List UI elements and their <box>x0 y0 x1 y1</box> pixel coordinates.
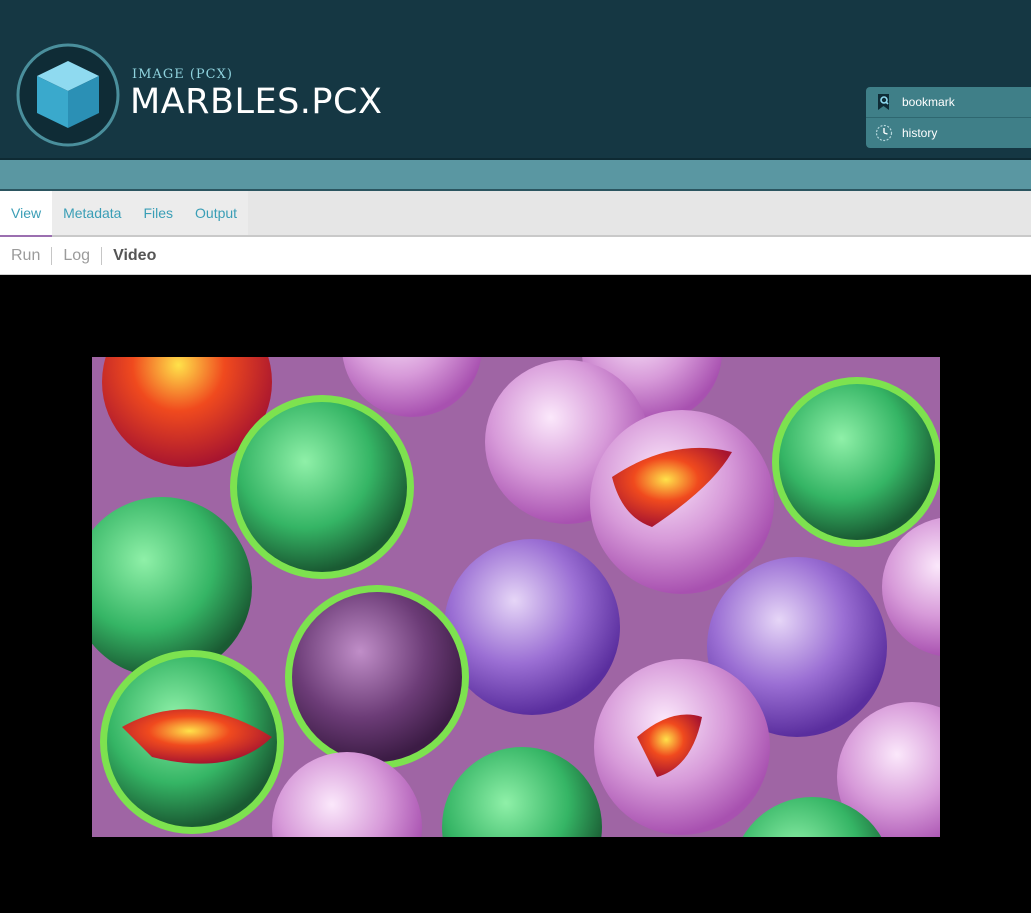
video-frame[interactable] <box>92 357 940 837</box>
sub-navigation: Run Log Video <box>0 237 1031 275</box>
tab-metadata[interactable]: Metadata <box>52 191 133 235</box>
bookmark-icon <box>878 94 889 110</box>
subnav-run[interactable]: Run <box>11 247 40 265</box>
marbles-image <box>92 357 940 837</box>
tab-output[interactable]: Output <box>184 191 249 235</box>
page-title: MARBLES.PCX <box>130 82 383 122</box>
file-kind: IMAGE (PCX) <box>132 67 233 82</box>
clock-icon <box>875 124 893 142</box>
bookmark-label: bookmark <box>902 95 955 109</box>
tab-files[interactable]: Files <box>132 191 185 235</box>
history-button[interactable]: history <box>866 117 1031 148</box>
bookmark-button[interactable]: bookmark <box>866 87 1031 117</box>
cube-icon <box>16 43 120 147</box>
tab-bar: View Metadata Files Output <box>0 191 1031 237</box>
history-label: history <box>902 126 938 140</box>
tab-view[interactable]: View <box>0 191 53 237</box>
subnav-video[interactable]: Video <box>113 247 156 265</box>
divider <box>101 246 103 265</box>
video-viewer <box>0 276 1031 913</box>
header: IMAGE (PCX) MARBLES.PCX bookmark history <box>0 0 1031 160</box>
divider <box>51 246 53 265</box>
header-band <box>0 160 1031 191</box>
subnav-log[interactable]: Log <box>63 247 90 265</box>
side-panel: bookmark history <box>866 87 1031 148</box>
